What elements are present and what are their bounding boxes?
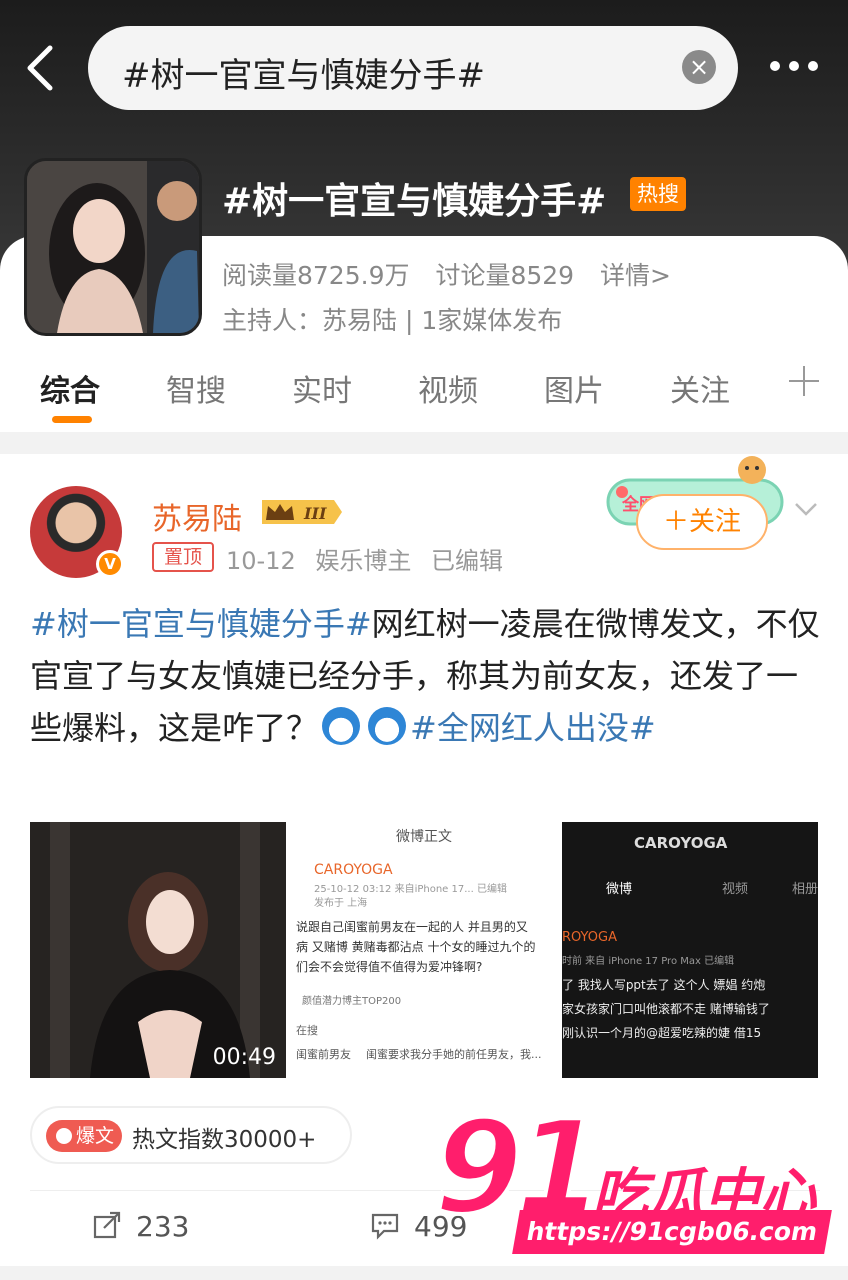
m2-q2: 闺蜜要求我分手她的前任男友，我... [366, 1048, 542, 1061]
m3-title: CAROYOGA [634, 834, 728, 852]
m2-user: CAROYOGA [314, 862, 393, 878]
verified-icon: V [96, 550, 124, 578]
topic-title: #树一官宣与慎婕分手# [222, 181, 607, 222]
tab-video[interactable]: 视频 [418, 366, 478, 410]
topic-cover-image[interactable] [24, 158, 202, 336]
secondary-hashtag[interactable]: #全网红人出没# [410, 709, 656, 747]
follow-button[interactable]: ＋关注 [636, 494, 768, 550]
read-count: 阅读量8725.9万 [222, 261, 410, 290]
image-thumbnail-screenshot[interactable]: 微博正文 CAROYOGA 25-10-12 03:12 来自iPhone 17… [296, 822, 552, 1078]
cover-photo [27, 161, 199, 333]
discussion-count: 讨论量8529 [435, 261, 575, 290]
more-dot-icon [770, 61, 780, 71]
m3-line3: 刚认识一个月的@超爱吃辣的婕 借15 [562, 1026, 762, 1040]
m2-header: 微博正文 [396, 829, 452, 845]
close-circle-icon[interactable]: × [682, 50, 716, 84]
repost-icon [93, 1211, 121, 1239]
m2-q1: 闺蜜前男友 [296, 1048, 351, 1061]
hot-search-badge: 热搜 [630, 177, 686, 211]
m2-line2: 病 又赌博 黄赌毒都沾点 十个女的睡过九个的 [296, 940, 536, 954]
m3-line1: 了 我找人写ppt去了 这个人 嫖娼 约炮 [562, 978, 766, 992]
m3-tab1: 微博 [606, 882, 633, 897]
topic-stats: 阅读量8725.9万 讨论量8529 详情> [222, 256, 689, 292]
comment-icon [371, 1213, 399, 1240]
vip-crown-icon: III [262, 500, 342, 524]
m2-line3: 们会不会觉得值不值得为爱冲锋啊? [296, 960, 483, 974]
m3-meta: 时前 来自 iPhone 17 Pro Max 已编辑 [562, 956, 735, 967]
tab-bar: 综合 智搜 实时 视频 图片 关注 [0, 360, 848, 430]
more-button[interactable] [768, 46, 820, 86]
pinned-badge: 置顶 [152, 542, 214, 572]
video-duration: 00:49 [212, 1045, 276, 1070]
video-thumbnail[interactable]: 00:49 [30, 822, 286, 1078]
post-username[interactable]: 苏易陆 [152, 494, 242, 538]
tab-comprehensive[interactable]: 综合 [40, 366, 100, 410]
m2-search: 在搜 [296, 1024, 318, 1037]
m3-tab3: 相册 [792, 882, 818, 897]
post-edited: 已编辑 [431, 547, 504, 575]
search-query: #树一官宣与慎婕分手# [122, 56, 485, 96]
m2-line1: 说跟自己闺蜜前男友在一起的人 并且男的又 [296, 920, 528, 934]
tab-realtime[interactable]: 实时 [292, 366, 352, 410]
comment-button[interactable]: 499 [370, 1210, 467, 1243]
hot-index-chip[interactable]: 爆文 热文指数30000+ [30, 1106, 352, 1164]
back-arrow-icon [27, 45, 53, 91]
repost-count: 233 [136, 1210, 190, 1243]
m3-tab2: 视频 [722, 882, 749, 897]
post-role: 娱乐博主 [315, 547, 412, 575]
more-dot-icon [789, 61, 799, 71]
back-button[interactable] [18, 38, 66, 98]
doraemon-emoji-icon [322, 707, 361, 745]
comment-count: 499 [414, 1210, 468, 1243]
m3-line2: 家女孩家门口叫他滚都不走 赌博输钱了 [562, 1002, 770, 1016]
vip-level: III [303, 504, 327, 523]
post-text: #树一官宣与慎婕分手#网红树一凌晨在微博发文，不仅官宣了与女友慎婕已经分手，称其… [30, 598, 820, 754]
active-tab-indicator [52, 416, 92, 423]
hot-index-text: 热文指数30000+ [132, 1127, 317, 1153]
image-thumbnail-profile[interactable]: CAROYOGA 微博 视频 相册 ROYOGA 时前 来自 iPhone 17… [562, 822, 818, 1078]
viral-badge: 爆文 [46, 1120, 122, 1152]
details-link[interactable]: 详情> [600, 261, 671, 290]
add-tab-icon[interactable] [786, 364, 822, 400]
chevron-down-icon[interactable] [792, 494, 820, 522]
more-dot-icon [808, 61, 818, 71]
tab-images[interactable]: 图片 [544, 366, 604, 410]
doraemon-emoji-icon [368, 707, 407, 745]
post-date: 10-12 [226, 547, 296, 575]
video-frame [30, 822, 286, 1078]
m2-loc: 发布于 上海 [314, 898, 368, 909]
tab-following[interactable]: 关注 [670, 366, 730, 410]
search-box[interactable]: #树一官宣与慎婕分手# × [88, 26, 738, 110]
divider [30, 1190, 820, 1191]
topic-host: 主持人：苏易陆 | 1家媒体发布 [222, 306, 563, 335]
m2-time: 25-10-12 03:12 来自iPhone 17... 已编辑 [314, 884, 507, 895]
m2-rank: 颜值潜力博主TOP200 [302, 996, 402, 1007]
tab-smart-search[interactable]: 智搜 [166, 366, 226, 410]
m3-user: ROYOGA [562, 930, 617, 945]
post-meta: 10-12 娱乐博主 已编辑 [226, 541, 515, 576]
repost-button[interactable]: 233 [92, 1210, 189, 1243]
topic-hashtag[interactable]: #树一官宣与慎婕分手# [30, 605, 372, 643]
